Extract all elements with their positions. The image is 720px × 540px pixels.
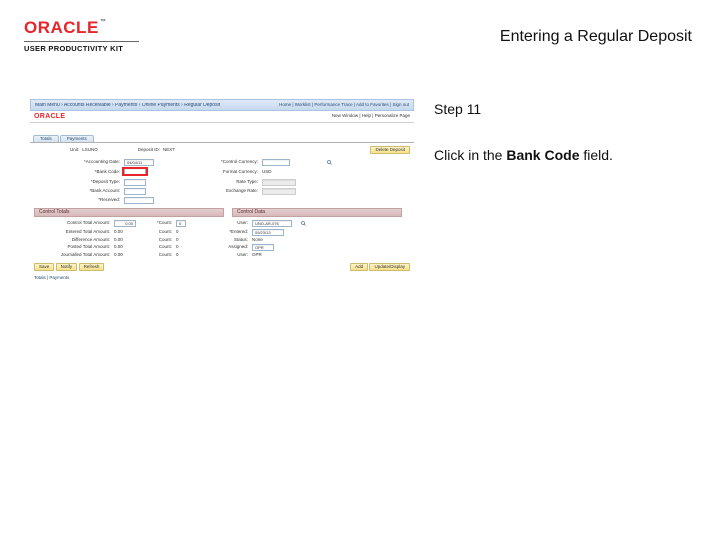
- save-button[interactable]: Save: [34, 263, 54, 272]
- journalled-total-amount-label: Journalled Total Amount:: [40, 253, 110, 258]
- received-label: *Received:: [60, 198, 120, 203]
- count3-label: Count:: [142, 238, 172, 243]
- lookup-icon[interactable]: [300, 220, 306, 226]
- topbar-links: Home | Worklist | Performance Trace | Ad…: [279, 103, 409, 108]
- accounting-date-input[interactable]: 04/04/11: [124, 159, 154, 166]
- tab-payments[interactable]: Payments: [60, 135, 94, 143]
- accounting-date-label: *Accounting Date:: [60, 160, 120, 165]
- status-label: Status:: [192, 238, 248, 243]
- journalled-total-amount-value: 0.00: [114, 253, 138, 258]
- logo-subtitle: USER PRODUCTIVITY KIT: [24, 41, 139, 53]
- count2-value: 0: [176, 230, 188, 235]
- tab-totals[interactable]: Totals: [33, 135, 59, 143]
- add-button[interactable]: Add: [350, 263, 368, 272]
- count5-label: Count:: [142, 253, 172, 258]
- page-header: ORACLE ™ USER PRODUCTIVITY KIT Entering …: [0, 0, 720, 59]
- bank-account-label: *Bank Account:: [60, 189, 120, 194]
- bank-code-label: *Bank Code:: [60, 170, 120, 175]
- section-headers: Control Totals Control Data: [30, 206, 414, 217]
- rate-type-input[interactable]: [262, 179, 296, 186]
- difference-amount-value: 0.00: [114, 238, 138, 243]
- logo-block: ORACLE ™ USER PRODUCTIVITY KIT: [24, 18, 139, 53]
- user-value[interactable]: UNO-AR-076: [252, 220, 292, 227]
- deposit-id-label: Deposit ID:: [138, 148, 160, 153]
- bank-code-input[interactable]: [124, 168, 146, 175]
- control-currency-input[interactable]: [262, 159, 290, 166]
- user2-label: User:: [192, 253, 248, 258]
- count4-value: 0: [176, 245, 188, 250]
- screenshot-topbar: Main Menu › Accounts Receivable › Paymen…: [30, 99, 414, 111]
- tab-bar: Totals Payments: [30, 133, 414, 143]
- entered-total-amount-value: 0.00: [114, 230, 138, 235]
- count3-value: 0: [176, 238, 188, 243]
- screenshot-oracle-logo: ORACLE: [34, 113, 65, 120]
- breadcrumb: Main Menu › Accounts Receivable › Paymen…: [35, 103, 220, 108]
- app-screenshot: Main Menu › Accounts Receivable › Paymen…: [30, 99, 414, 299]
- deposit-type-input[interactable]: [124, 179, 146, 186]
- control-data-header: Control Data: [232, 208, 402, 217]
- user-label: User:: [192, 221, 248, 226]
- page-title: Entering a Regular Deposit: [500, 28, 692, 46]
- desc-field-name: Bank Code: [506, 147, 579, 163]
- screenshot-brandbar: ORACLE New Window | Help | Personalize P…: [30, 111, 414, 123]
- entered-date-label: *Entered:: [192, 230, 248, 235]
- logo-trademark: ™: [100, 19, 107, 25]
- screenshot-meta: [30, 123, 414, 133]
- rate-type-label: Rate Type:: [188, 180, 258, 185]
- count1-label: *Count:: [142, 221, 172, 226]
- assigned-input[interactable]: OPR: [252, 244, 274, 251]
- count5-value: 0: [176, 253, 188, 258]
- instruction-panel: Step 11 Click in the Bank Code field.: [434, 99, 694, 163]
- desc-suffix: field.: [579, 147, 612, 163]
- step-description: Click in the Bank Code field.: [434, 147, 694, 163]
- control-currency-label: *Control Currency:: [188, 160, 258, 165]
- update-display-button[interactable]: Update/Display: [369, 263, 410, 272]
- control-totals-header: Control Totals: [34, 208, 224, 217]
- bank-account-input[interactable]: [124, 188, 146, 195]
- bottom-tab-links[interactable]: Totals | Payments: [30, 274, 414, 281]
- control-total-amount-input[interactable]: 0.00: [114, 220, 136, 227]
- difference-amount-label: Difference Amount:: [40, 238, 110, 243]
- footer-buttons: Save Notify Refresh Add Update/Display: [30, 260, 414, 275]
- deposit-type-label: *Deposit Type:: [60, 180, 120, 185]
- assigned-label: Assigned:: [192, 245, 248, 250]
- entered-total-amount-label: Entered Total Amount:: [40, 230, 110, 235]
- count4-label: Count:: [142, 245, 172, 250]
- posted-total-amount-value: 0.00: [114, 245, 138, 250]
- lookup-icon[interactable]: [326, 160, 332, 166]
- content-row: Main Menu › Accounts Receivable › Paymen…: [0, 59, 720, 299]
- refresh-button[interactable]: Refresh: [79, 263, 105, 272]
- unit-value: LSUNO: [82, 148, 98, 153]
- delete-deposit-button[interactable]: Delete Deposit: [370, 146, 410, 155]
- user2-value: OPR: [252, 253, 296, 258]
- unit-label: Unit:: [70, 148, 79, 153]
- oracle-logo: ORACLE ™: [24, 18, 139, 38]
- desc-prefix: Click in the: [434, 147, 506, 163]
- deposit-fields: *Accounting Date: 04/04/11 *Control Curr…: [30, 155, 414, 206]
- control-total-amount-label: Control Total Amount:: [40, 221, 110, 226]
- posted-total-amount-label: Posted Total Amount:: [40, 245, 110, 250]
- exchange-rate-label: Exchange Rate:: [188, 189, 258, 194]
- step-label: Step 11: [434, 101, 694, 117]
- format-currency-label: Format Currency:: [188, 170, 258, 175]
- received-input[interactable]: [124, 197, 154, 204]
- entered-date-input[interactable]: 09/23/13: [252, 229, 284, 236]
- notify-button[interactable]: Notify: [56, 263, 78, 272]
- count2-label: Count:: [142, 230, 172, 235]
- format-currency-value: USD: [262, 170, 322, 175]
- screenshot-brand-links: New Window | Help | Personalize Page: [332, 114, 410, 119]
- status-value: None: [252, 238, 296, 243]
- control-totals-grid: Control Total Amount: 0.00 *Count: 0 Use…: [30, 217, 414, 260]
- count1-input[interactable]: 0: [176, 220, 186, 227]
- deposit-header-row: Unit: LSUNO Deposit ID: NEXT Delete Depo…: [30, 143, 414, 155]
- logo-text: ORACLE: [24, 18, 99, 38]
- exchange-rate-input[interactable]: [262, 188, 296, 195]
- deposit-id-value: NEXT: [163, 148, 175, 153]
